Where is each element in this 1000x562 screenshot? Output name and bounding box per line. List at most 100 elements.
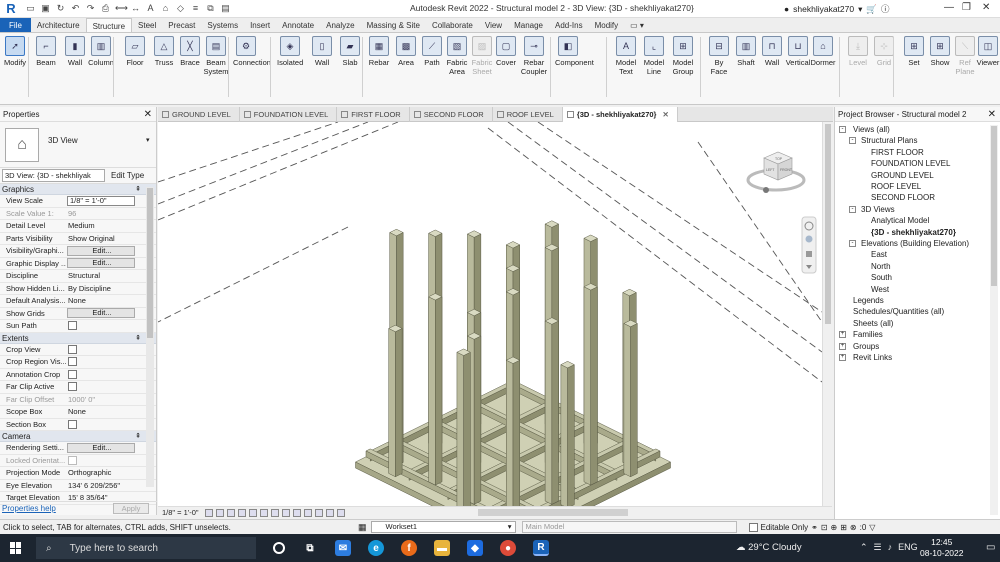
tab-massing-site[interactable]: Massing & Site <box>361 18 426 32</box>
reference-plane-line[interactable] <box>158 122 339 183</box>
shaft-button[interactable]: ▥ Shaft <box>733 36 759 67</box>
sun-path-icon[interactable] <box>226 508 235 517</box>
reference-plane-line[interactable] <box>158 226 349 323</box>
wall-button[interactable]: ▯ Wall <box>309 36 335 67</box>
redo-icon[interactable]: ↷ <box>85 3 96 14</box>
tree-item-structural-plans[interactable]: Structural Plans <box>861 135 917 146</box>
path-button[interactable]: ⟋ Path <box>419 36 445 67</box>
cover-button[interactable]: ▢ Cover <box>493 36 519 67</box>
property-value[interactable]: 1/8" = 1'-0" <box>67 195 135 206</box>
brace-button[interactable]: ╳ Brace <box>177 36 203 67</box>
model-text-button[interactable]: A Model Text <box>613 36 639 76</box>
property-value[interactable]: Medium <box>66 221 134 230</box>
tab-file[interactable]: File <box>0 18 31 32</box>
highlight-displacement-icon[interactable] <box>325 508 334 517</box>
filter-icon[interactable]: ▽ <box>869 523 875 532</box>
properties-help-link[interactable]: Properties help <box>2 504 56 513</box>
tree-item-sheets-all[interactable]: Sheets (all) <box>853 318 893 329</box>
tree-item-west[interactable]: West <box>871 284 889 295</box>
measure-icon[interactable]: ⟷ <box>115 3 128 14</box>
column[interactable] <box>395 328 403 478</box>
property-checkbox[interactable] <box>68 369 77 379</box>
user-account[interactable]: ● shekhliyakat270 ▾ 🛒 ⓘ <box>784 3 890 15</box>
visual-style-icon[interactable] <box>215 508 224 517</box>
volume-icon[interactable]: ♪ <box>888 542 893 553</box>
expand-icon[interactable]: + <box>839 342 846 350</box>
print-icon[interactable]: ⎙ <box>100 3 111 14</box>
type-selector[interactable]: ⌂ 3D View ▾ <box>0 122 156 168</box>
edit-button[interactable]: Edit... <box>67 245 135 256</box>
tree-item-south[interactable]: South <box>871 272 892 283</box>
workset-selector[interactable]: Workset1 ▾ <box>370 521 516 533</box>
group-graphics[interactable]: Graphics ⇞ <box>0 184 156 195</box>
notification-icon[interactable]: ▭ <box>986 542 995 553</box>
column[interactable] <box>583 286 591 486</box>
select-underlay-icon[interactable]: ⊡ <box>821 523 828 532</box>
group-camera[interactable]: Camera ⇞ <box>0 431 156 442</box>
tree-item-east[interactable]: East <box>871 249 887 260</box>
column[interactable] <box>544 320 553 505</box>
cortana-icon[interactable] <box>273 542 285 554</box>
tab-analyze[interactable]: Analyze <box>320 18 360 32</box>
collapse-icon[interactable]: - <box>849 137 856 145</box>
property-value[interactable]: 134' 6 209/256" <box>66 481 134 490</box>
dimension-icon[interactable]: ↔ <box>130 3 141 14</box>
viewcube[interactable]: TOP LEFT FRONT <box>746 151 806 193</box>
render-icon[interactable] <box>248 508 257 517</box>
column[interactable] <box>428 296 436 486</box>
tree-item-foundation-level[interactable]: FOUNDATION LEVEL <box>871 158 950 169</box>
taskbar-search[interactable]: ⌕ Type here to search <box>36 537 256 559</box>
editable-only-toggle[interactable]: Editable Only ⚭ ⊡ ⊕ ⊞ ⊗ :0 ▽ <box>747 522 875 532</box>
clock[interactable]: 12:45 08-10-2022 <box>920 537 963 559</box>
isolated-button[interactable]: ◈ Isolated <box>277 36 303 67</box>
tab-view[interactable]: View <box>479 18 508 32</box>
shadows-icon[interactable] <box>237 508 246 517</box>
view-tab-3d-shekhliyakat270[interactable]: {3D - shekhliyakat270} ✕ <box>562 107 678 122</box>
tab-precast[interactable]: Precast <box>162 18 201 32</box>
model-group-button[interactable]: ⊞ Model Group <box>670 36 696 76</box>
beam-system-button[interactable]: ▤ Beam System <box>203 36 229 76</box>
column[interactable] <box>560 364 568 506</box>
contextual-tab-toggle-icon[interactable]: ▭ ▾ <box>624 18 650 32</box>
column[interactable] <box>590 286 598 486</box>
chrome-icon[interactable]: ● <box>500 540 516 556</box>
column[interactable] <box>567 364 575 506</box>
set-button[interactable]: ⊞ Set <box>901 36 927 67</box>
tab-modify[interactable]: Modify <box>589 18 625 32</box>
level-button[interactable]: ⤓ Level <box>845 36 871 67</box>
editable-only-checkbox[interactable] <box>748 522 758 532</box>
language-indicator[interactable]: ENG <box>898 542 918 553</box>
show-button[interactable]: ⊞ Show <box>927 36 953 67</box>
tab-add-ins[interactable]: Add-Ins <box>549 18 589 32</box>
reference-plane-line[interactable] <box>158 122 369 205</box>
show-crop-icon[interactable] <box>270 508 279 517</box>
fabric-sheet-button[interactable]: ▨ Fabric Sheet <box>469 36 495 76</box>
open-icon[interactable]: ▭ <box>25 3 36 14</box>
network-icon[interactable]: ☰ <box>874 542 882 553</box>
property-value[interactable]: By Discipline <box>66 284 134 293</box>
tree-item-analytical-model[interactable]: Analytical Model <box>871 215 929 226</box>
by-face-button[interactable]: ⊟ By Face <box>706 36 732 76</box>
floor-button[interactable]: ▱ Floor <box>122 36 148 67</box>
close-icon[interactable]: ✕ <box>988 107 996 122</box>
analytical-model-icon[interactable] <box>314 508 323 517</box>
tab-manage[interactable]: Manage <box>508 18 549 32</box>
tree-item-ground-level[interactable]: GROUND LEVEL <box>871 170 934 181</box>
slab-button[interactable]: ▰ Slab <box>337 36 363 67</box>
column[interactable] <box>388 328 396 478</box>
dropbox-icon[interactable]: ◆ <box>467 540 483 556</box>
save-icon[interactable]: ▣ <box>40 3 51 14</box>
close-icon[interactable]: ✕ <box>144 107 152 122</box>
property-value[interactable]: None <box>66 407 134 416</box>
column[interactable] <box>435 296 443 486</box>
close-hidden-icon[interactable]: ⧉ <box>205 3 216 14</box>
view-tab-roof-level[interactable]: ROOF LEVEL <box>493 107 563 122</box>
navigation-bar[interactable] <box>801 216 817 274</box>
view-tab-ground-level[interactable]: GROUND LEVEL <box>158 107 240 122</box>
view-scale[interactable]: 1/8" = 1'-0" <box>162 508 199 517</box>
tree-item-roof-level[interactable]: ROOF LEVEL <box>871 181 921 192</box>
column[interactable] <box>623 323 631 478</box>
column-button[interactable]: ▥ Column <box>88 36 114 67</box>
group-extents[interactable]: Extents ⇞ <box>0 332 156 344</box>
wall-button[interactable]: ⊓ Wall <box>759 36 785 67</box>
